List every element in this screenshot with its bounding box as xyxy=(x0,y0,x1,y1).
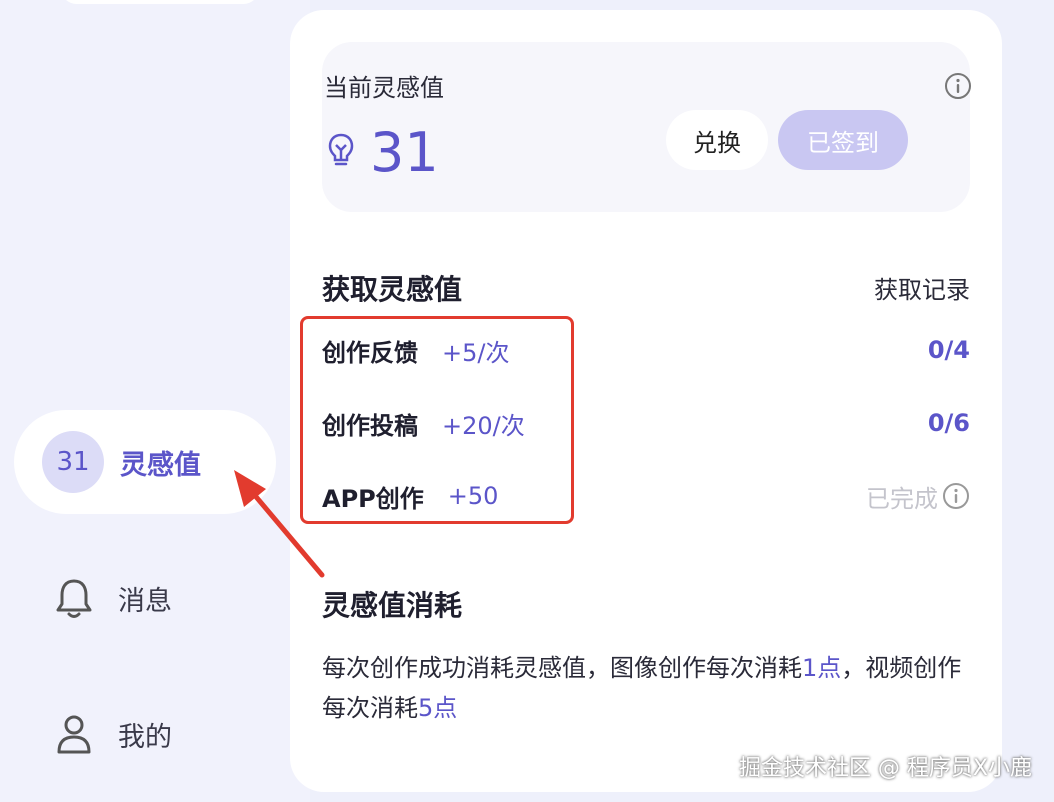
watermark: 掘金技术社区 @ 程序员X小鹿 xyxy=(738,756,1032,781)
arrow-annotation xyxy=(234,470,325,578)
